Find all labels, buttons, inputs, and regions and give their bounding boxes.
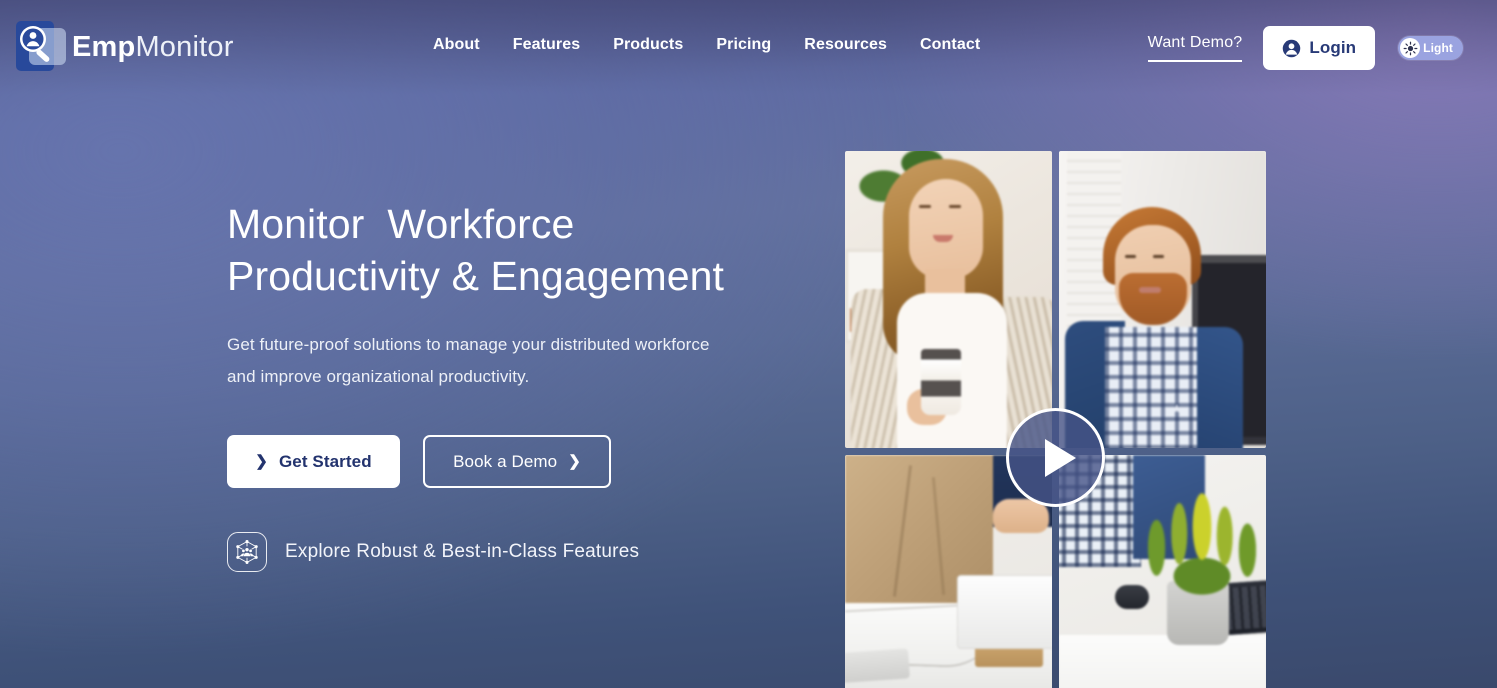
chevron-right-icon: ❯ bbox=[255, 453, 268, 470]
logo-text-emp: Emp bbox=[72, 30, 136, 63]
network-nodes-icon-frame bbox=[227, 532, 267, 572]
want-demo-link[interactable]: Want Demo? bbox=[1147, 34, 1243, 62]
nav-item-contact[interactable]: Contact bbox=[920, 36, 980, 54]
logo-text-monitor: Monitor bbox=[135, 30, 234, 63]
site-header: EmpMonitor About Features Products Prici… bbox=[0, 0, 1497, 94]
explore-features-label: Explore Robust & Best-in-Class Features bbox=[285, 541, 640, 562]
login-button-label: Login bbox=[1309, 38, 1357, 57]
hero-title: Monitor Workforce Productivity & Engagem… bbox=[227, 201, 725, 299]
logo[interactable]: EmpMonitor bbox=[8, 18, 234, 76]
theme-toggle[interactable]: Light bbox=[1398, 36, 1463, 60]
photo-tile-woman-coffee[interactable] bbox=[845, 151, 1052, 448]
theme-toggle-label: Light bbox=[1423, 41, 1453, 55]
user-circle-icon bbox=[1283, 39, 1301, 57]
primary-nav: About Features Products Pricing Resource… bbox=[433, 36, 980, 54]
photo-tile-man-monitor[interactable]: ★ bbox=[1059, 151, 1266, 448]
nav-item-resources[interactable]: Resources bbox=[804, 36, 887, 54]
hero-copy: Monitor Workforce Productivity & Engagem… bbox=[227, 198, 827, 572]
photo-man-monitor: ★ bbox=[1059, 151, 1266, 448]
book-a-demo-label: Book a Demo bbox=[453, 451, 558, 471]
get-started-label: Get Started bbox=[278, 451, 372, 471]
logo-mark bbox=[8, 18, 68, 76]
magnifier-person-icon bbox=[20, 26, 50, 62]
play-triangle-icon bbox=[1045, 438, 1076, 477]
get-started-button[interactable]: ❯ Get Started bbox=[227, 435, 400, 488]
nav-item-products[interactable]: Products bbox=[613, 36, 683, 54]
hero-subtitle: Get future-proof solutions to manage you… bbox=[227, 335, 710, 386]
book-a-demo-button[interactable]: Book a Demo ❯ bbox=[423, 435, 611, 488]
chevron-right-icon: ❯ bbox=[568, 453, 581, 470]
theme-toggle-knob bbox=[1400, 38, 1421, 58]
nav-item-about[interactable]: About bbox=[433, 36, 480, 54]
login-button[interactable]: Login bbox=[1263, 26, 1376, 70]
logo-text: EmpMonitor bbox=[72, 31, 234, 64]
nav-item-features[interactable]: Features bbox=[513, 36, 581, 54]
nav-item-pricing[interactable]: Pricing bbox=[716, 36, 771, 54]
network-nodes-icon bbox=[236, 540, 258, 564]
photo-woman-coffee bbox=[845, 151, 1052, 448]
hero-cta-row: ❯ Get Started Book a Demo ❯ bbox=[227, 435, 827, 488]
sun-icon bbox=[1403, 41, 1418, 55]
header-actions: Want Demo? Login Light bbox=[1147, 24, 1463, 72]
explore-features-link[interactable]: Explore Robust & Best-in-Class Features bbox=[227, 532, 827, 572]
play-video-button[interactable] bbox=[1006, 408, 1105, 507]
